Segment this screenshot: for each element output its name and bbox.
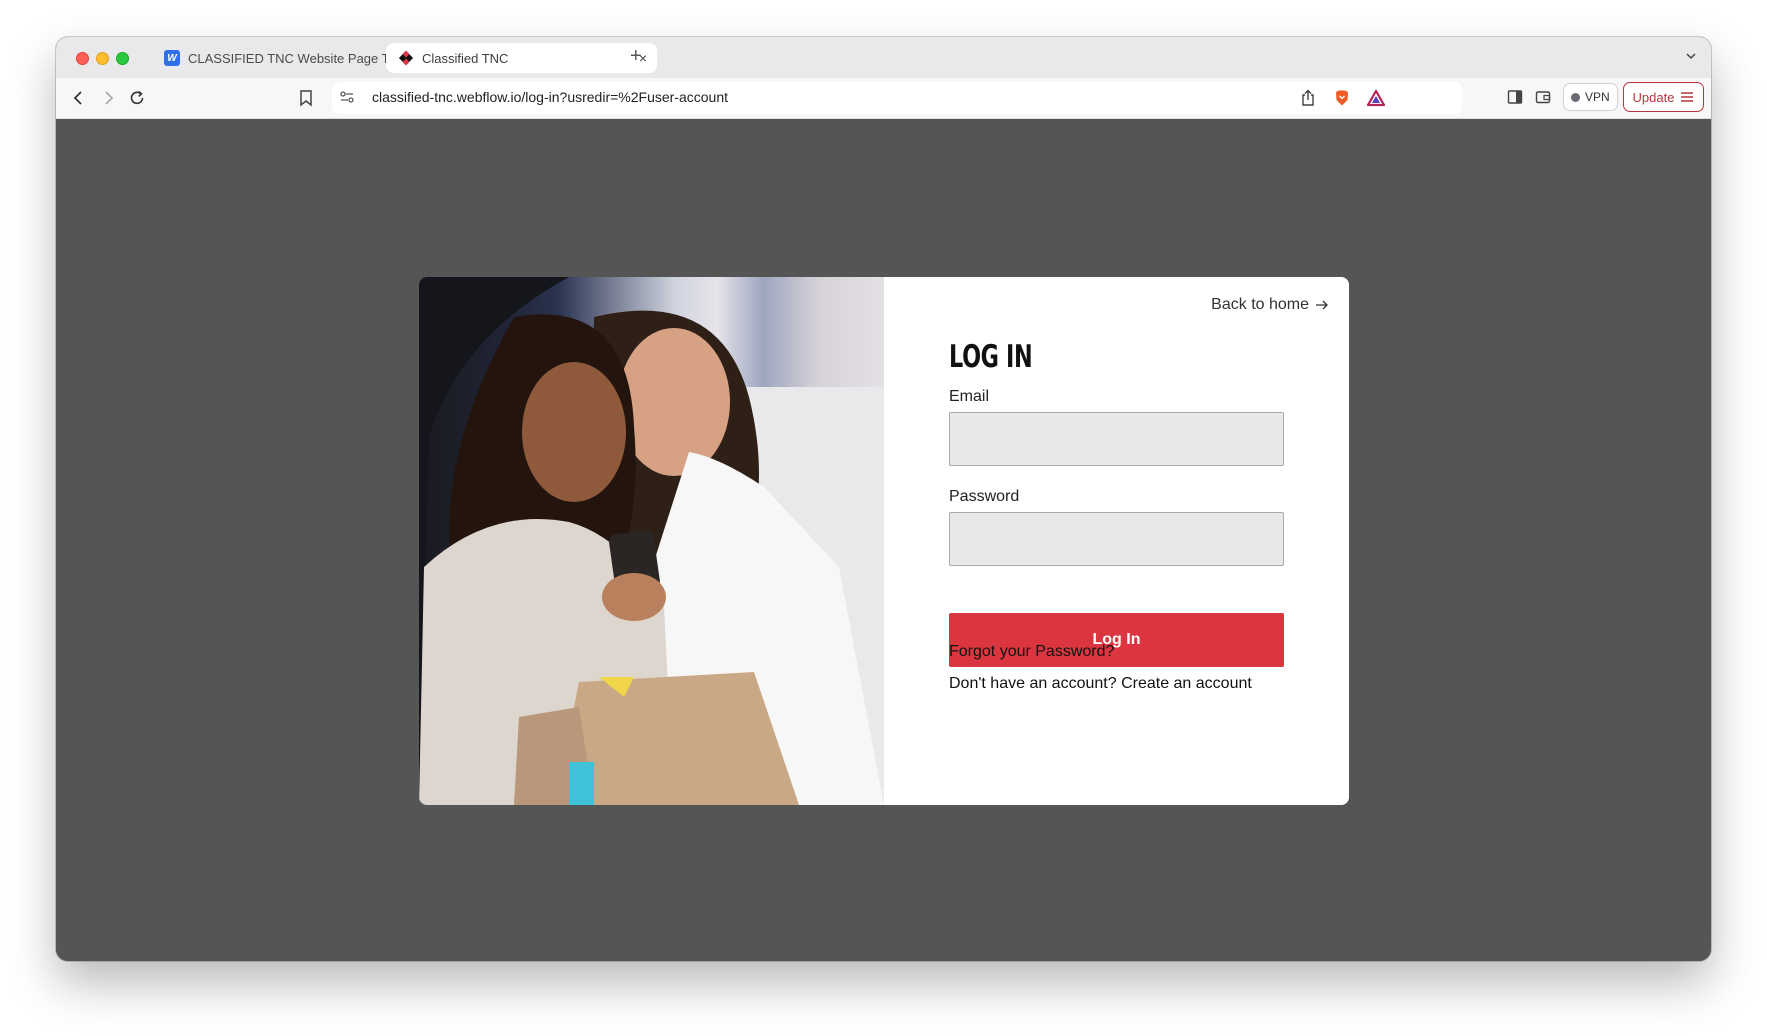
tab-bar: W CLASSIFIED TNC Website Page Tem Classi… (56, 37, 1711, 78)
webflow-favicon-icon: W (164, 50, 180, 66)
login-card: Back to home LOG IN Email Password Log I… (419, 277, 1349, 805)
password-field[interactable] (949, 512, 1284, 566)
brave-shield-icon[interactable] (1333, 89, 1351, 107)
menu-icon (1681, 92, 1694, 102)
brave-rewards-icon[interactable] (1366, 89, 1386, 107)
vpn-status-icon (1571, 92, 1580, 102)
update-button[interactable]: Update (1623, 82, 1704, 112)
url-text[interactable]: classified-tnc.webflow.io/log-in?usredir… (372, 89, 728, 105)
email-label: Email (949, 388, 990, 405)
back-icon[interactable] (71, 89, 87, 107)
wallet-icon[interactable] (1535, 89, 1551, 105)
reload-icon[interactable] (128, 89, 146, 107)
shopping-women-photo (419, 277, 884, 805)
browser-toolbar: classified-tnc.webflow.io/log-in?usredir… (56, 78, 1711, 119)
create-account-link[interactable]: Don't have an account? Create an account (949, 675, 1252, 693)
sidebar-toggle-icon[interactable] (1507, 89, 1523, 105)
tab-list-chevron-icon[interactable] (1685, 49, 1697, 67)
forward-icon[interactable] (100, 89, 116, 107)
site-settings-icon[interactable] (339, 89, 355, 105)
tab-classified-tnc[interactable]: Classified TNC × (386, 43, 657, 73)
arrow-right-icon (1316, 300, 1328, 310)
update-label: Update (1632, 89, 1675, 105)
close-window-button[interactable] (76, 52, 89, 65)
tab-label: CLASSIFIED TNC Website Page Tem (188, 50, 407, 66)
browser-window: W CLASSIFIED TNC Website Page Tem Classi… (56, 37, 1711, 961)
page-title: LOG IN (949, 339, 1033, 375)
maximize-window-button[interactable] (116, 52, 129, 65)
back-to-home-label: Back to home (1211, 296, 1309, 313)
vpn-label: VPN (1585, 90, 1610, 104)
bookmark-icon[interactable] (299, 89, 313, 107)
new-tab-button[interactable]: + (630, 45, 642, 68)
classified-favicon-icon (398, 50, 414, 66)
page-content: Back to home LOG IN Email Password Log I… (56, 119, 1711, 961)
back-to-home-link[interactable]: Back to home (1211, 296, 1329, 314)
vpn-button[interactable]: VPN (1563, 83, 1618, 111)
login-form: Back to home LOG IN Email Password Log I… (884, 277, 1349, 805)
forgot-password-link[interactable]: Forgot your Password? (949, 643, 1114, 661)
password-label: Password (949, 488, 1020, 505)
share-icon[interactable] (1300, 89, 1316, 107)
email-field[interactable] (949, 412, 1284, 466)
tab-label: Classified TNC (422, 50, 509, 66)
minimize-window-button[interactable] (96, 52, 109, 65)
tab-template-page[interactable]: W CLASSIFIED TNC Website Page Tem (152, 43, 426, 73)
